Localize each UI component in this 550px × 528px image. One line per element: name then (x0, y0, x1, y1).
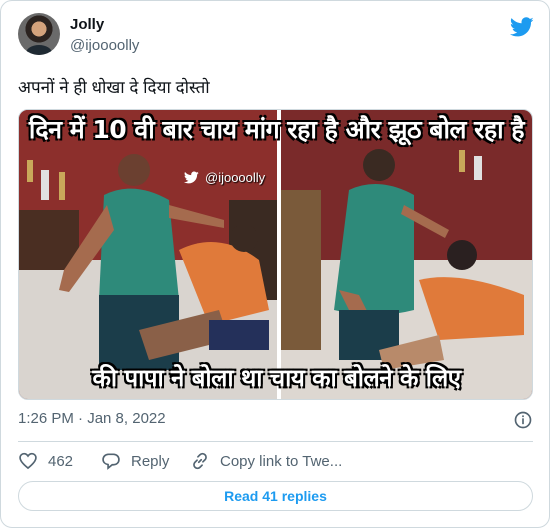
info-icon[interactable] (513, 410, 533, 430)
meme-image (19, 110, 532, 399)
tweet-actions: 462 Reply Copy link to Twe... (18, 449, 533, 473)
tweet-timestamp[interactable]: 1:26 PM · Jan 8, 2022 (18, 410, 166, 427)
author-handle[interactable]: @ijoooolly (70, 37, 139, 54)
twitter-bird-icon (183, 171, 199, 184)
heart-icon (19, 452, 37, 470)
reply-button[interactable]: Reply (101, 449, 169, 473)
tweet-card: Jolly @ijoooolly अपनों ने ही धोखा दे दिय… (0, 0, 550, 528)
divider (18, 441, 533, 442)
twitter-bird-icon[interactable] (510, 15, 534, 39)
read-replies-button[interactable]: Read 41 replies (18, 481, 533, 511)
meme-watermark: @ijoooolly (183, 170, 265, 185)
like-button[interactable]: 462 (18, 449, 73, 473)
tweet-text: अपनों ने ही धोखा दे दिया दोस्तो (18, 78, 210, 97)
meme-watermark-text: @ijoooolly (205, 170, 266, 185)
reply-label: Reply (131, 452, 170, 470)
copy-link-label: Copy link to Twe... (220, 452, 343, 470)
avatar[interactable] (18, 13, 60, 55)
author-name[interactable]: Jolly (70, 16, 104, 33)
meme-top-caption: दिन में 10 वी बार चाय मांग रहा है और झूठ… (28, 115, 525, 144)
tweet-media[interactable]: दिन में 10 वी बार चाय मांग रहा है और झूठ… (18, 109, 533, 400)
copy-link-button[interactable]: Copy link to Twe... (190, 449, 342, 473)
link-icon (193, 452, 207, 470)
reply-bubble-icon (102, 453, 120, 470)
meme-bottom-caption: की पापा ने बोला था चाय का बोलने के लिए (92, 364, 461, 392)
like-count: 462 (48, 452, 74, 470)
